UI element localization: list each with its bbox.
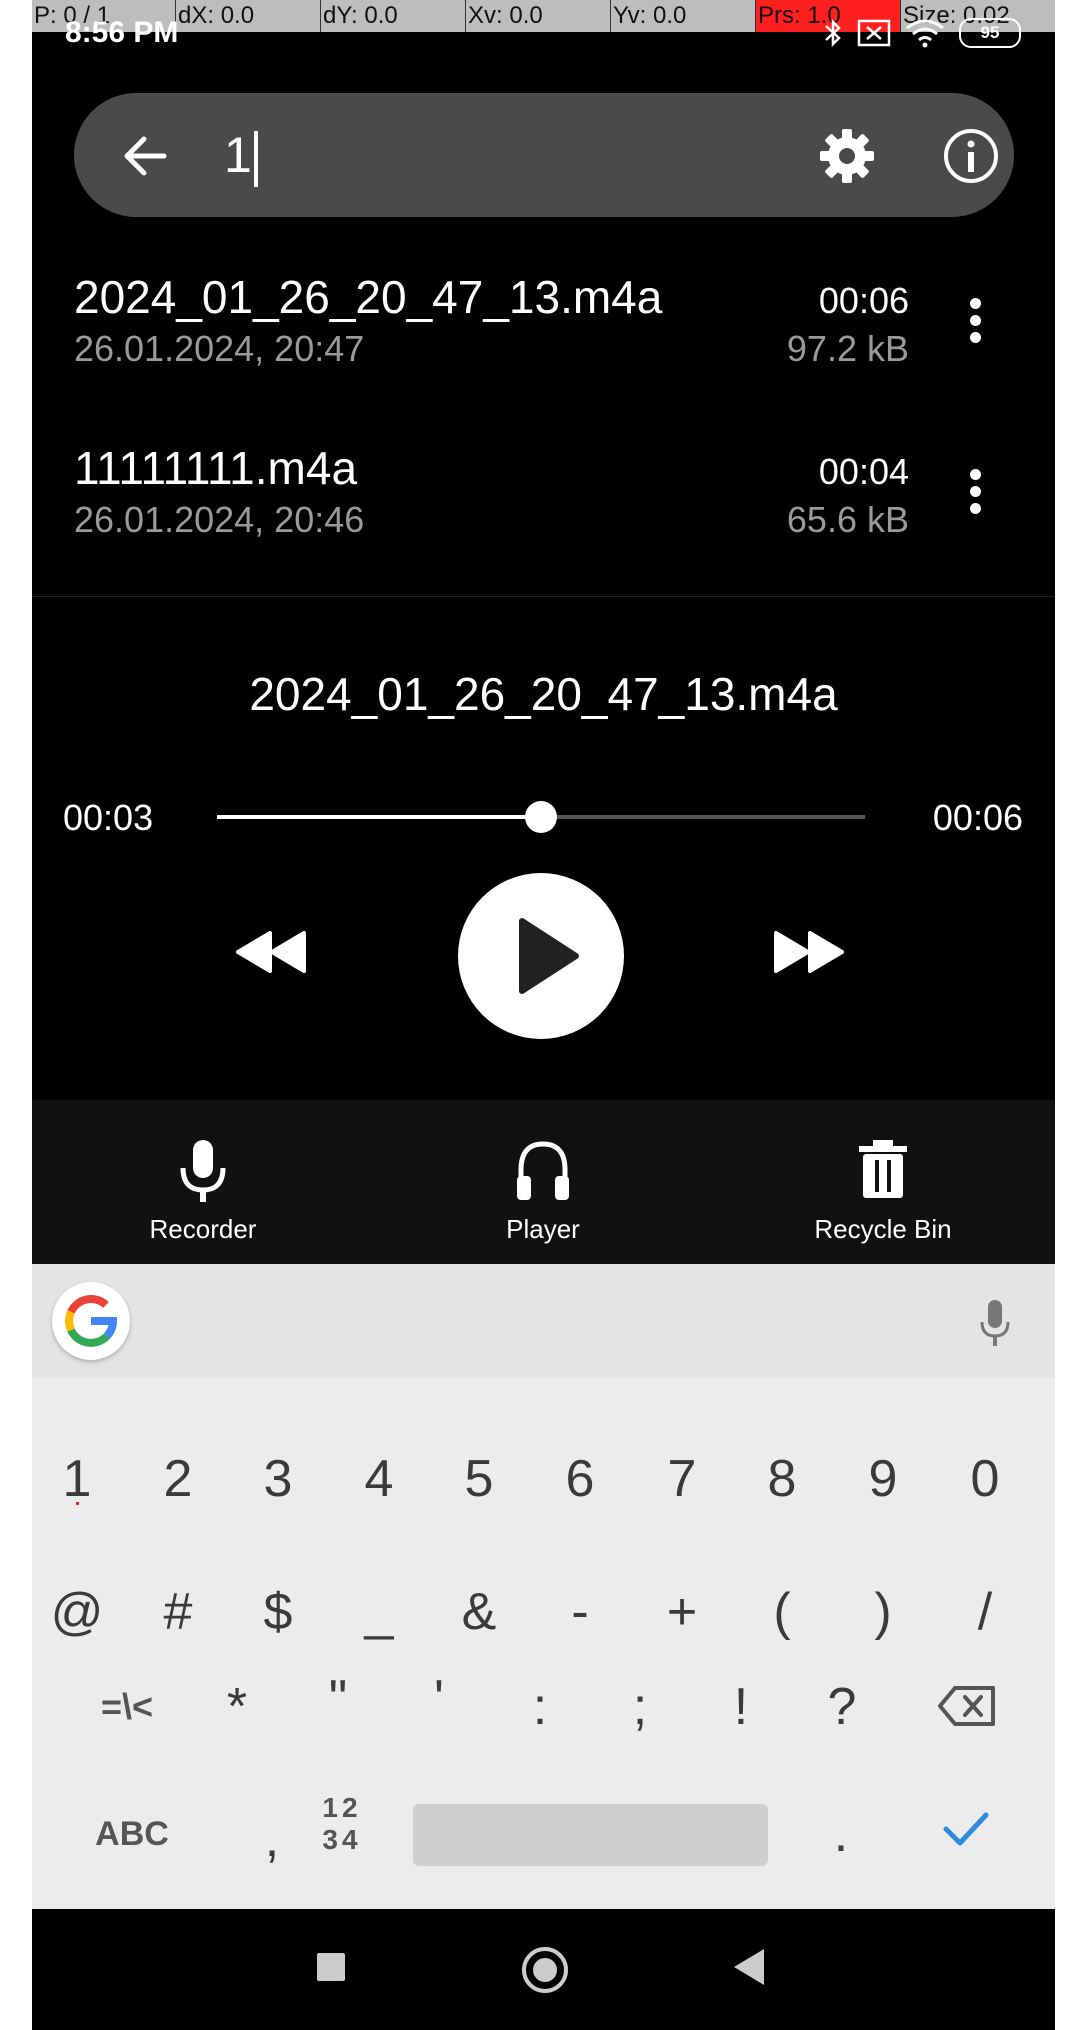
- key-underscore[interactable]: _: [334, 1577, 424, 1647]
- status-bar: 8:56 PM 95: [32, 0, 1055, 70]
- key-question[interactable]: ?: [797, 1672, 887, 1742]
- file-size: 97.2 kB: [786, 328, 909, 369]
- battery-icon: 95: [959, 18, 1021, 48]
- key-period[interactable]: .: [796, 1799, 886, 1869]
- key-exclamation[interactable]: !: [696, 1672, 786, 1742]
- fast-forward-icon[interactable]: [772, 927, 848, 977]
- voice-input-icon[interactable]: [978, 1298, 1012, 1348]
- back-icon[interactable]: [734, 1949, 764, 1985]
- text-caret: [253, 130, 258, 187]
- seek-progress: [217, 815, 541, 819]
- play-button[interactable]: [458, 873, 624, 1039]
- key-3[interactable]: 3: [233, 1444, 323, 1514]
- keyboard-suggestion-bar: [32, 1264, 1055, 1378]
- check-icon[interactable]: [942, 1809, 990, 1849]
- key-close-paren[interactable]: ): [838, 1577, 928, 1647]
- player-title: 2024_01_26_20_47_13.m4a: [249, 668, 838, 720]
- search-input-value: 1: [224, 127, 252, 183]
- key-1[interactable]: 1: [32, 1444, 122, 1514]
- app-screen: P: 0 / 1 dX: 0.0 dY: 0.0 Xv: 0.0 Yv: 0.0…: [32, 0, 1055, 2030]
- file-size: 65.6 kB: [786, 499, 909, 540]
- key-plus[interactable]: +: [637, 1577, 727, 1647]
- play-icon: [519, 918, 579, 994]
- list-item[interactable]: 2024_01_26_20_47_13.m4a 26.01.2024, 20:4…: [32, 270, 1055, 440]
- more-options-icon[interactable]: [960, 298, 990, 354]
- status-time: 8:56 PM: [65, 16, 179, 49]
- search-input[interactable]: 1: [224, 119, 784, 191]
- headphones-icon: [517, 1141, 569, 1200]
- bluetooth-icon: [825, 18, 841, 48]
- key-open-paren[interactable]: (: [737, 1577, 827, 1647]
- numpad-bottom-digits: 34: [322, 1824, 362, 1855]
- key-abc[interactable]: ABC: [72, 1799, 192, 1869]
- nav-label: Player: [506, 1214, 580, 1244]
- key-hash[interactable]: #: [133, 1577, 223, 1647]
- current-time: 00:03: [63, 797, 154, 838]
- nav-item-recycle-bin[interactable]: Recycle Bin: [753, 1100, 1013, 1264]
- key-at[interactable]: @: [32, 1577, 122, 1647]
- system-nav-bar: [32, 1909, 1055, 2030]
- status-icons: 95: [823, 18, 1021, 48]
- key-9[interactable]: 9: [838, 1444, 928, 1514]
- key-minus[interactable]: -: [535, 1577, 625, 1647]
- home-icon[interactable]: [522, 1947, 568, 1993]
- more-options-icon[interactable]: [960, 469, 990, 525]
- wifi-icon: [906, 19, 944, 48]
- key-5[interactable]: 5: [434, 1444, 524, 1514]
- player-panel: 2024_01_26_20_47_13.m4a 00:03 00:06: [32, 597, 1055, 1097]
- google-logo[interactable]: [52, 1282, 130, 1360]
- file-name: 2024_01_26_20_47_13.m4a: [74, 271, 663, 323]
- rewind-icon[interactable]: [232, 927, 308, 977]
- gear-icon[interactable]: [818, 127, 876, 185]
- no-sim-icon: [857, 19, 891, 47]
- file-date: 26.01.2024, 20:47: [74, 328, 365, 369]
- key-numpad[interactable]: 12 34: [302, 1792, 382, 1856]
- seek-bar[interactable]: [217, 801, 865, 833]
- key-6[interactable]: 6: [535, 1444, 625, 1514]
- search-bar[interactable]: 1: [74, 93, 1014, 217]
- key-ampersand[interactable]: &: [434, 1577, 524, 1647]
- bottom-nav: Recorder Player Recycle Bin: [32, 1100, 1055, 1264]
- seek-thumb[interactable]: [525, 801, 557, 833]
- file-name: 11111111.m4a: [74, 442, 358, 494]
- nav-label: Recorder: [149, 1214, 257, 1244]
- key-space[interactable]: [413, 1804, 768, 1866]
- info-icon[interactable]: [942, 127, 1000, 185]
- nav-item-player[interactable]: Player: [413, 1100, 673, 1264]
- recents-icon[interactable]: [317, 1953, 345, 1981]
- nav-item-recorder[interactable]: Recorder: [73, 1100, 333, 1264]
- key-7[interactable]: 7: [637, 1444, 727, 1514]
- key-colon[interactable]: :: [495, 1672, 585, 1742]
- back-arrow-icon[interactable]: [120, 131, 170, 181]
- key-semicolon[interactable]: ;: [595, 1672, 685, 1742]
- key-slash[interactable]: /: [940, 1577, 1030, 1647]
- file-duration: 00:06: [818, 280, 909, 321]
- numpad-top-digits: 12: [322, 1792, 362, 1823]
- total-time: 00:06: [932, 797, 1023, 838]
- trash-icon: [859, 1140, 907, 1198]
- key-8[interactable]: 8: [737, 1444, 827, 1514]
- key-more-symbols[interactable]: =\<: [67, 1672, 187, 1742]
- backspace-icon[interactable]: [937, 1684, 997, 1728]
- key-0[interactable]: 0: [940, 1444, 1030, 1514]
- file-duration: 00:04: [818, 451, 909, 492]
- nav-label: Recycle Bin: [814, 1214, 952, 1244]
- file-date: 26.01.2024, 20:46: [74, 499, 365, 540]
- key-dollar[interactable]: $: [233, 1577, 323, 1647]
- key-single-quote[interactable]: ': [394, 1664, 484, 1734]
- microphone-icon: [180, 1140, 226, 1202]
- key-4[interactable]: 4: [334, 1444, 424, 1514]
- key-2[interactable]: 2: [133, 1444, 223, 1514]
- google-g-icon: [65, 1295, 118, 1347]
- key-asterisk[interactable]: *: [192, 1672, 282, 1742]
- list-item[interactable]: 11111111.m4a 26.01.2024, 20:46 00:04 65.…: [32, 441, 1055, 611]
- numeric-keyboard: 1 2 3 4 5 6 7 8 9 0 @ # $ _ & - + ( ) / …: [32, 1264, 1055, 1909]
- key-double-quote[interactable]: ": [293, 1664, 383, 1734]
